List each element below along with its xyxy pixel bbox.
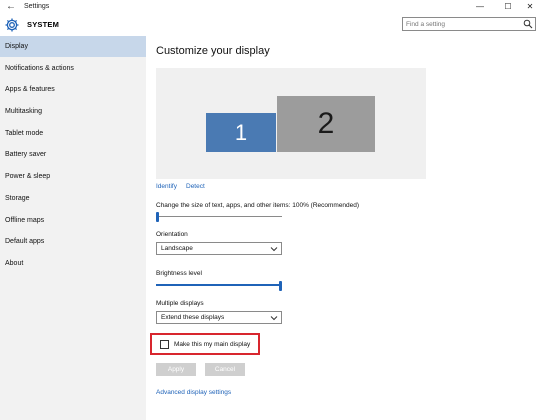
monitor-1[interactable]: 1 — [206, 113, 276, 152]
orientation-label: Orientation — [156, 231, 188, 238]
advanced-display-settings-link[interactable]: Advanced display settings — [156, 389, 231, 396]
chevron-down-icon — [270, 316, 278, 321]
orientation-value: Landscape — [161, 245, 193, 252]
orientation-dropdown[interactable]: Landscape — [156, 242, 282, 255]
brightness-slider[interactable] — [156, 281, 282, 291]
slider-fill — [156, 284, 280, 286]
main-display-label[interactable]: Make this my main display — [174, 340, 250, 349]
title-bar: ← Settings — ☐ ✕ — [0, 0, 542, 15]
chevron-down-icon — [270, 247, 278, 252]
search-box[interactable] — [402, 17, 536, 31]
slider-thumb[interactable] — [279, 281, 282, 291]
sidebar-item-display[interactable]: Display — [0, 36, 146, 57]
sidebar-item-battery-saver[interactable]: Battery saver — [0, 144, 146, 165]
minimize-button[interactable]: — — [468, 0, 492, 14]
close-button[interactable]: ✕ — [518, 0, 542, 14]
search-icon[interactable] — [523, 19, 533, 29]
sidebar-item-multitasking[interactable]: Multitasking — [0, 101, 146, 122]
main-display-checkbox[interactable] — [160, 340, 169, 349]
sidebar-item-offline-maps[interactable]: Offline maps — [0, 210, 146, 231]
brightness-label: Brightness level — [156, 270, 202, 277]
detect-link[interactable]: Detect — [186, 183, 205, 190]
gear-icon — [5, 18, 19, 32]
sidebar-item-about[interactable]: About — [0, 253, 146, 274]
scale-label: Change the size of text, apps, and other… — [156, 202, 360, 209]
slider-thumb[interactable] — [156, 212, 159, 222]
sidebar: Display Notifications & actions Apps & f… — [0, 36, 146, 420]
cancel-button[interactable]: Cancel — [205, 363, 245, 376]
section-title: SYSTEM — [27, 20, 60, 29]
page-title: Customize your display — [156, 45, 270, 57]
search-input[interactable] — [406, 18, 518, 30]
monitor-2[interactable]: 2 — [277, 96, 375, 152]
multiple-displays-dropdown[interactable]: Extend these displays — [156, 311, 282, 324]
multiple-displays-label: Multiple displays — [156, 300, 204, 307]
display-arrangement: 1 2 — [156, 68, 426, 179]
sidebar-item-tablet-mode[interactable]: Tablet mode — [0, 123, 146, 144]
scale-slider[interactable] — [156, 212, 282, 222]
window-title: Settings — [24, 3, 50, 10]
back-arrow-icon[interactable]: ← — [6, 0, 16, 14]
maximize-button[interactable]: ☐ — [496, 0, 520, 14]
multiple-displays-value: Extend these displays — [161, 314, 225, 321]
identify-link[interactable]: Identify — [156, 183, 177, 190]
sidebar-item-default-apps[interactable]: Default apps — [0, 231, 146, 252]
sidebar-item-storage[interactable]: Storage — [0, 188, 146, 209]
sidebar-item-apps-features[interactable]: Apps & features — [0, 79, 146, 100]
main-display-highlight: Make this my main display — [150, 333, 260, 355]
sidebar-item-power-sleep[interactable]: Power & sleep — [0, 166, 146, 187]
apply-button[interactable]: Apply — [156, 363, 196, 376]
sidebar-item-notifications[interactable]: Notifications & actions — [0, 58, 146, 79]
main-content: Customize your display 1 2 Identify Dete… — [146, 36, 542, 420]
slider-track — [156, 216, 282, 217]
